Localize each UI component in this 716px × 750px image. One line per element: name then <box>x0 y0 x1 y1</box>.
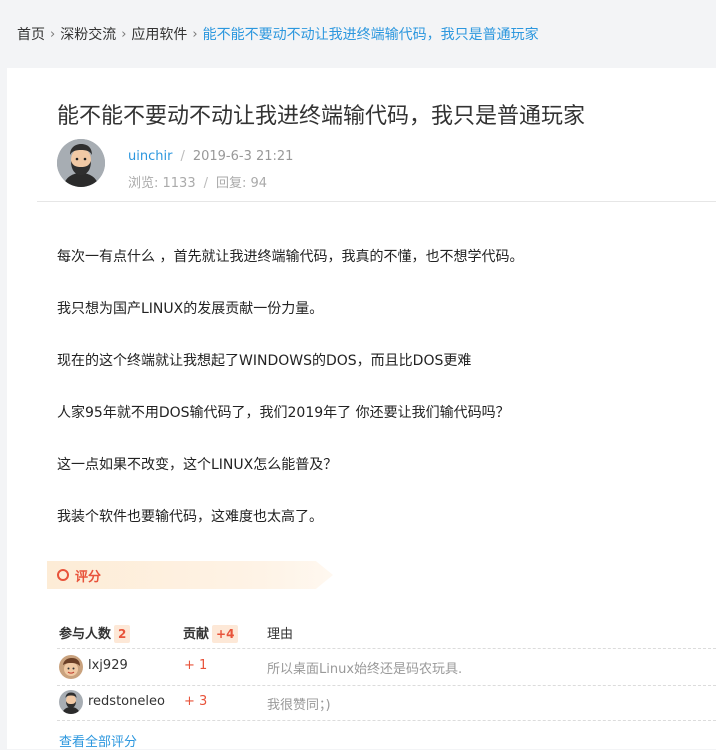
participants-label: 参与人数 <box>59 627 112 642</box>
rating-header-contribution: 贡献 +4 <box>183 623 239 643</box>
contribution-total-badge: +4 <box>212 625 239 643</box>
participants-count-badge: 2 <box>114 625 131 643</box>
rater-avatar[interactable] <box>59 690 83 714</box>
breadcrumb-home[interactable]: 首页 <box>17 24 45 44</box>
rater-name[interactable]: redstoneleo <box>88 694 165 709</box>
rating-header-participants: 参与人数 2 <box>59 623 131 643</box>
post-paragraph: 我只想为国产LINUX的发展贡献一份力量。 <box>57 301 324 317</box>
meta-separator: / <box>180 149 185 164</box>
post-paragraph: 现在的这个终端就让我想起了WINDOWS的DOS，而且比DOS更难 <box>57 353 472 369</box>
post-paragraph: 我装个软件也要输代码，这难度也太高了。 <box>57 509 323 525</box>
post-card: 能不能不要动不动让我进终端输代码，我只是普通玩家 uinchir / 2019-6-… <box>7 68 716 750</box>
bearded-man-icon <box>57 139 105 187</box>
rater-reason: 所以桌面Linux始终还是码农玩具. <box>267 662 463 677</box>
post-title: 能不能不要动不动让我进终端输代码，我只是普通玩家 <box>57 104 586 129</box>
rater-reason: 我很赞同；) <box>267 698 331 713</box>
breadcrumb-current[interactable]: 能不能不要动不动让我进终端输代码，我只是普通玩家 <box>203 24 539 44</box>
rating-header-reason: 理由 <box>267 627 294 642</box>
post-date: 2019-6-3 21:21 <box>192 149 294 164</box>
bearded-man-icon <box>59 690 83 714</box>
rating-row-divider <box>57 685 716 686</box>
rating-tab-label: 评分 <box>75 569 102 585</box>
post-paragraph: 这一点如果不改变，这个LINUX怎么能普及？ <box>57 457 338 473</box>
view-all-ratings-link[interactable]: 查看全部评分 <box>59 731 137 750</box>
author-link[interactable]: uinchir <box>128 149 172 164</box>
post-paragraph: 每次一有点什么 ，首先就让我进终端输代码，我真的不懂，也不想学代码。 <box>57 249 524 265</box>
post-meta-author-date: uinchir / 2019-6-3 21:21 <box>128 149 293 164</box>
contribution-label: 贡献 <box>183 627 210 642</box>
post-paragraph: 人家95年就不用DOS输代码了，我们2019年了 你还要让我们输代码吗？ <box>57 405 510 421</box>
user-avatar-icon <box>59 655 83 679</box>
rating-row-divider <box>57 648 716 649</box>
view-count: 浏览: 1133 <box>128 176 196 191</box>
rating-tab: 评分 <box>47 561 333 589</box>
post-meta-stats: 浏览: 1133 / 回复: 94 <box>128 172 267 191</box>
breadcrumb-separator: › <box>50 26 56 42</box>
circle-icon <box>57 569 69 581</box>
breadcrumb-forum[interactable]: 深粉交流 <box>60 24 116 44</box>
breadcrumb-separator: › <box>192 26 198 42</box>
rater-avatar[interactable] <box>59 655 83 679</box>
rating-row-divider <box>57 720 716 721</box>
rater-score: + 3 <box>184 694 208 709</box>
breadcrumb-separator: › <box>121 26 127 42</box>
author-avatar[interactable] <box>57 139 105 187</box>
breadcrumb: 首页 › 深粉交流 › 应用软件 › 能不能不要动不动让我进终端输代码，我只是普… <box>0 0 716 68</box>
breadcrumb-category[interactable]: 应用软件 <box>131 24 187 44</box>
reply-count: 回复: 94 <box>216 176 268 191</box>
header-divider <box>37 201 716 202</box>
meta-separator: / <box>203 176 208 191</box>
rater-name[interactable]: lxj929 <box>88 658 128 673</box>
rater-score: + 1 <box>184 658 208 673</box>
